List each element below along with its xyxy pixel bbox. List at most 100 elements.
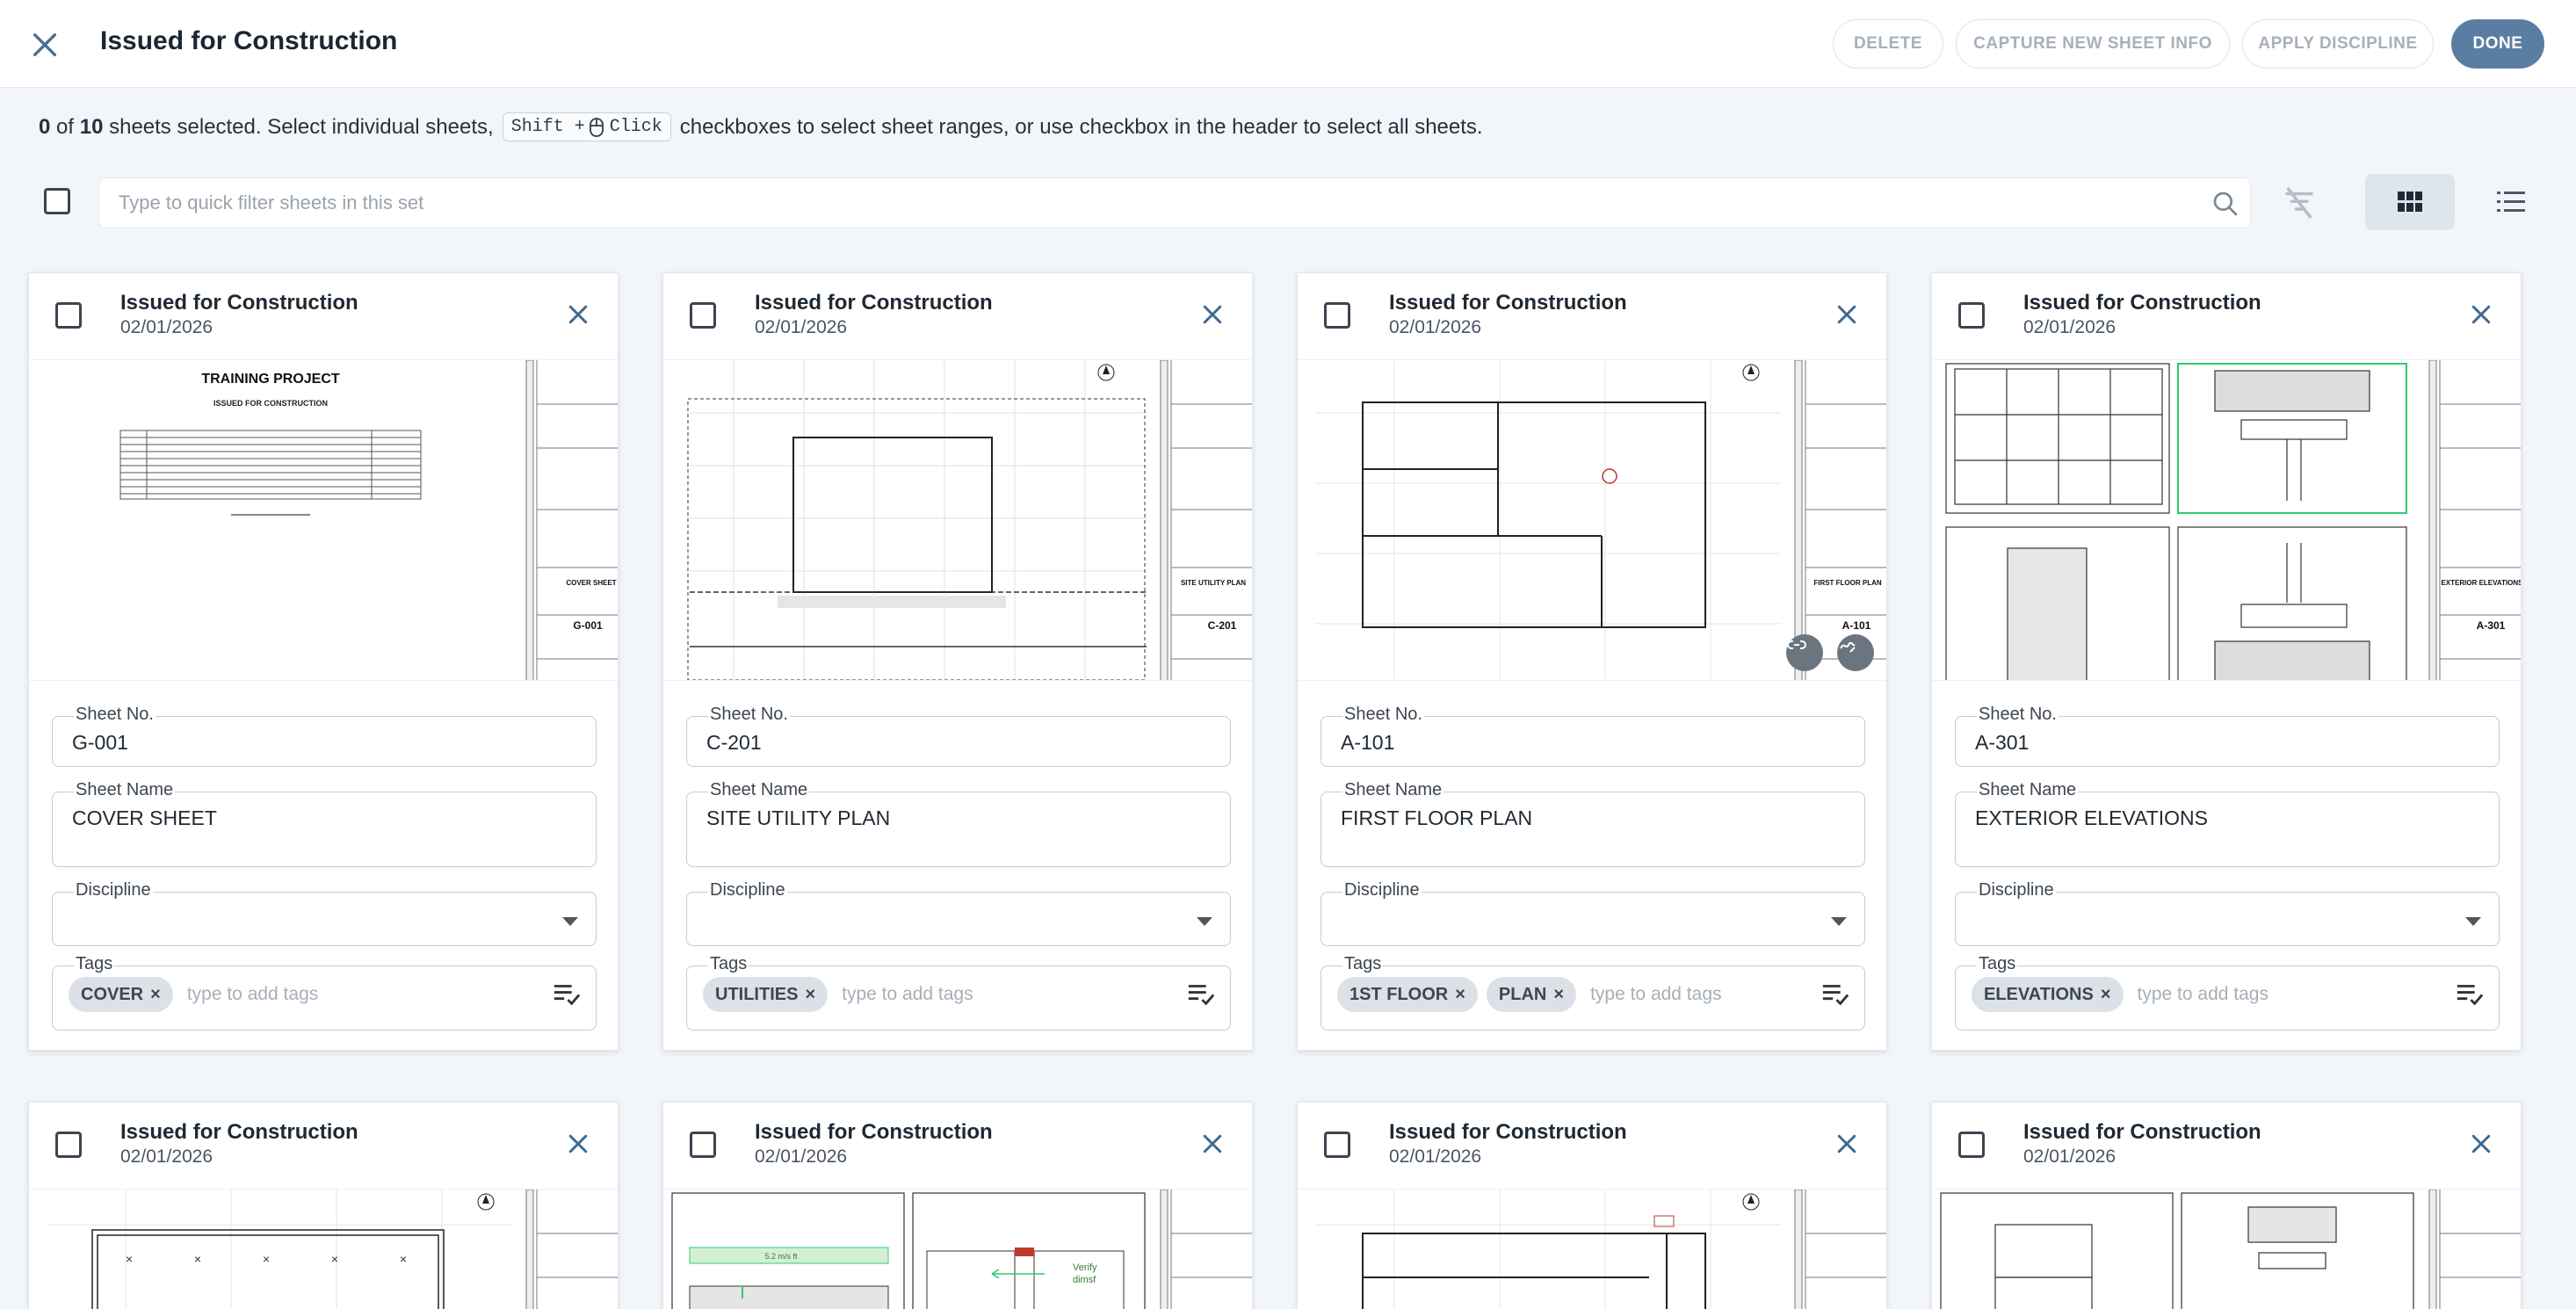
tag-list-icon[interactable] [1820,979,1850,1009]
grid-view-icon [2398,192,2422,212]
markup-icon[interactable] [1837,634,1874,671]
tag-remove-icon[interactable]: × [1455,985,1465,1005]
remove-sheet-icon[interactable] [565,301,591,328]
grid-view-button[interactable] [2365,174,2455,230]
discipline-select[interactable]: Discipline [1955,880,2500,946]
list-view-button[interactable] [2476,174,2546,230]
chevron-down-icon [2465,917,2481,926]
remove-sheet-icon[interactable] [1834,1131,1860,1157]
sheet-name-field[interactable]: Sheet Name SITE UTILITY PLAN [686,780,1231,867]
sheet-no-field[interactable]: Sheet No. G-001 [52,705,597,767]
sheet-checkbox[interactable] [55,302,82,329]
tags-label: Tags [708,954,749,974]
tag-remove-icon[interactable]: × [2101,985,2111,1005]
sheet-name-field[interactable]: Sheet Name EXTERIOR ELEVATIONS [1955,780,2500,867]
card-set-name: Issued for Construction [120,1120,358,1144]
total-count: 10 [79,114,104,139]
sheet-thumbnail[interactable]: × × × × × [29,1189,618,1309]
tag-list-icon[interactable] [1186,979,1216,1009]
sheet-thumbnail[interactable]: SITE UTILITY PLAN C-201 [663,359,1252,681]
sheet-no-label: Sheet No. [708,705,790,725]
card-set-name: Issued for Construction [120,291,358,315]
sheet-checkbox[interactable] [1958,302,1985,329]
card-set-name: Issued for Construction [755,291,993,315]
delete-button[interactable]: DELETE [1833,19,1943,69]
tags-label: Tags [1342,954,1384,974]
tags-field[interactable]: Tags ELEVATIONS × type to add tags [1955,954,2500,1031]
discipline-label: Discipline [1977,880,2056,900]
remove-sheet-icon[interactable] [1199,1131,1226,1157]
remove-sheet-icon[interactable] [2468,1131,2494,1157]
done-button[interactable]: DONE [2451,19,2544,69]
sheet-name-label: Sheet Name [1977,780,2079,800]
sheet-thumbnail[interactable]: EXTERIOR ELEVATIONS A-301 [1932,359,2521,681]
sheet-no-field[interactable]: Sheet No. A-301 [1955,705,2500,767]
list-view-icon [2497,192,2525,212]
capture-new-sheet-info-button[interactable]: CAPTURE NEW SHEET INFO [1956,19,2230,69]
tags-field[interactable]: Tags UTILITIES × type to add tags [686,954,1231,1031]
clear-filter-icon[interactable] [2281,184,2318,221]
quick-filter-input[interactable] [119,178,2183,228]
sheet-checkbox[interactable] [1324,1132,1350,1158]
tags-field[interactable]: Tags 1ST FLOOR × PLAN × type to add tags [1321,954,1865,1031]
sheet-name-value: FIRST FLOOR PLAN [1341,806,1533,829]
remove-sheet-icon[interactable] [565,1131,591,1157]
tag-input[interactable]: type to add tags [842,984,973,1005]
sheet-name-field[interactable]: Sheet Name FIRST FLOOR PLAN [1321,780,1865,867]
sheet-no-value: A-301 [1975,731,2030,754]
sheet-thumbnail[interactable]: TRAINING PROJECT ISSUED FOR CONSTRUCTION… [29,359,618,681]
sheet-name-field[interactable]: Sheet Name COVER SHEET [52,780,597,867]
sheet-no-value: C-201 [706,731,762,754]
sheet-no-label: Sheet No. [1342,705,1424,725]
sheet-checkbox[interactable] [690,302,716,329]
tag-list-icon[interactable] [2455,979,2485,1009]
sheet-checkbox[interactable] [1324,302,1350,329]
sheet-card: Issued for Construction 02/01/2026 [1931,1102,2522,1309]
svg-text:×: × [263,1252,270,1266]
tag-list-icon[interactable] [552,979,582,1009]
sheet-checkbox[interactable] [1958,1132,1985,1158]
sheet-name-value: COVER SHEET [72,806,217,829]
select-all-checkbox[interactable] [44,188,70,214]
thumb-titleblock-no: G-001 [573,619,603,632]
chevron-down-icon [1831,917,1847,926]
sheet-card: Issued for Construction 02/01/2026 SITE … [662,272,1253,1051]
discipline-select[interactable]: Discipline [1321,880,1865,946]
sheet-checkbox[interactable] [690,1132,716,1158]
tag-input[interactable]: type to add tags [187,984,318,1005]
tags-label: Tags [74,954,115,974]
tags-field[interactable]: Tags COVER × type to add tags [52,954,597,1031]
remove-sheet-icon[interactable] [1834,301,1860,328]
tag-input[interactable]: type to add tags [1590,984,1721,1005]
selection-text-b: checkboxes to select sheet ranges, or us… [679,114,1483,139]
tag-remove-icon[interactable]: × [1553,985,1564,1005]
sheet-no-field[interactable]: Sheet No. A-101 [1321,705,1865,767]
discipline-select[interactable]: Discipline [52,880,597,946]
sheet-thumbnail[interactable] [1298,1189,1886,1309]
tag-chip: PLAN × [1486,977,1577,1012]
sheet-thumbnail[interactable]: FIRST FLOOR PLAN A-101 [1298,359,1886,681]
link-icon[interactable] [1786,634,1823,671]
search-icon[interactable] [2211,190,2240,218]
mouse-icon [589,117,604,137]
tag-chip-label: UTILITIES [715,984,799,1004]
card-set-name: Issued for Construction [1389,1120,1627,1144]
remove-sheet-icon[interactable] [1199,301,1226,328]
tag-chip: COVER × [69,977,173,1012]
sheet-checkbox[interactable] [55,1132,82,1158]
remove-sheet-icon[interactable] [2468,301,2494,328]
apply-discipline-button[interactable]: APPLY DISCIPLINE [2242,19,2434,69]
tag-remove-icon[interactable]: × [150,985,161,1005]
sheet-no-field[interactable]: Sheet No. C-201 [686,705,1231,767]
sheet-card: Issued for Construction 02/01/2026 FIRST… [1297,272,1887,1051]
tag-chip: UTILITIES × [703,977,829,1012]
discipline-select[interactable]: Discipline [686,880,1231,946]
sheet-card: Issued for Construction 02/01/2026 5.2 m… [662,1102,1253,1309]
close-icon[interactable] [30,30,60,60]
sheet-thumbnail[interactable] [1932,1189,2521,1309]
sheet-no-value: G-001 [72,731,128,754]
selected-count: 0 [39,114,51,139]
sheet-thumbnail[interactable]: 5.2 m/s ft Verify dimsf [663,1189,1252,1309]
tag-input[interactable]: type to add tags [2138,984,2268,1005]
tag-remove-icon[interactable]: × [805,985,815,1005]
